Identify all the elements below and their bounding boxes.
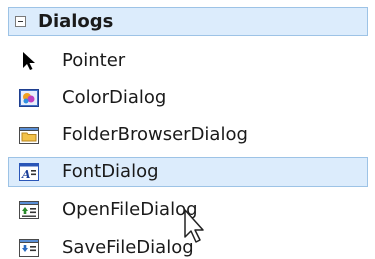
folder-browser-icon xyxy=(19,127,39,144)
toolbox-item-label: OpenFileDialog xyxy=(62,199,198,220)
toolbox-item-pointer[interactable]: Pointer xyxy=(8,46,368,76)
toolbox-item-label: FolderBrowserDialog xyxy=(62,124,248,145)
group-title: Dialogs xyxy=(38,10,114,32)
toolbox-item-folderbrowserdialog[interactable]: FolderBrowserDialog xyxy=(8,120,368,150)
group-header-dialogs[interactable]: Dialogs xyxy=(8,7,368,36)
save-file-dialog-icon xyxy=(19,239,39,257)
color-dialog-icon xyxy=(19,89,39,107)
open-file-dialog-icon xyxy=(19,201,39,219)
pointer-arrow-icon xyxy=(23,52,35,70)
mouse-cursor-icon xyxy=(184,209,204,243)
font-dialog-icon: A xyxy=(19,163,39,181)
toolbox-item-colordialog[interactable]: ColorDialog xyxy=(8,83,368,113)
toolbox-item-label: Pointer xyxy=(62,50,126,71)
svg-text:A: A xyxy=(21,168,31,181)
toolbox-item-label: ColorDialog xyxy=(62,87,167,108)
toolbox-panel: Dialogs Pointer ColorDialog FolderBrowse… xyxy=(0,0,375,259)
toolbox-item-label: FontDialog xyxy=(62,161,159,182)
collapse-icon[interactable] xyxy=(15,16,26,27)
toolbox-item-label: SaveFileDialog xyxy=(62,237,194,258)
toolbox-item-fontdialog[interactable]: A FontDialog xyxy=(8,157,368,187)
